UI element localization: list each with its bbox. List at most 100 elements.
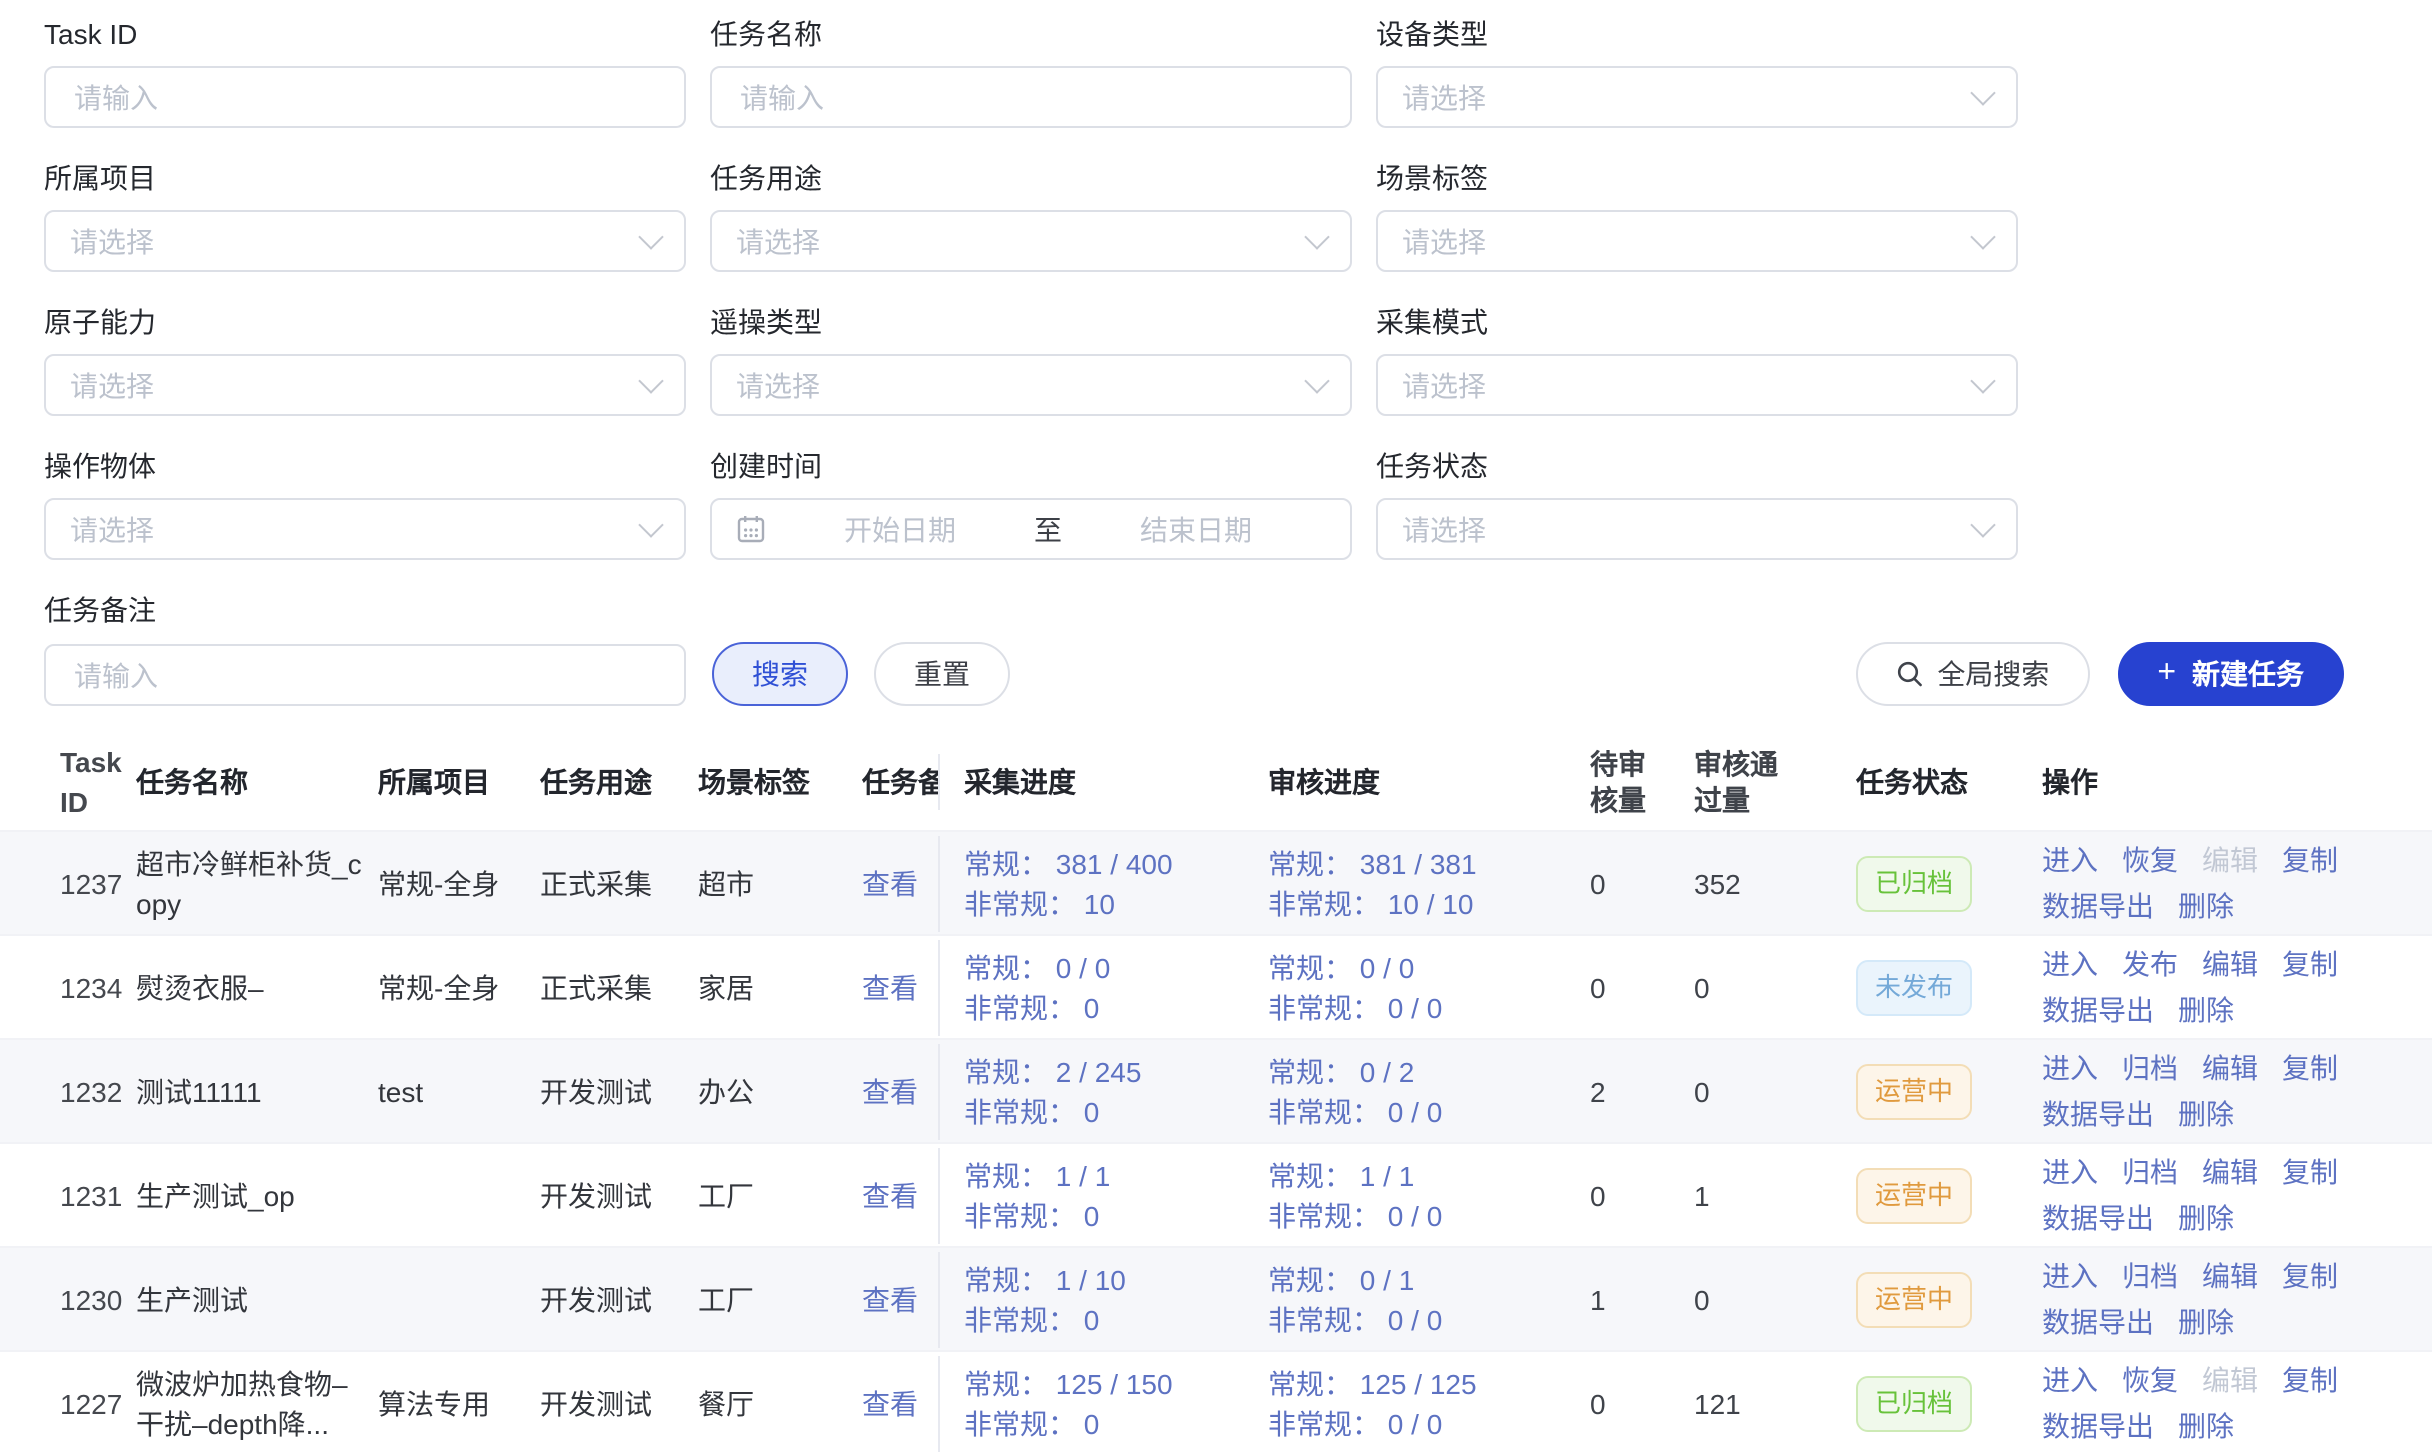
op-link[interactable]: 恢复 [2122, 840, 2178, 880]
audit-abnormal-line: 非常规： 0 / 0 [1268, 1195, 1570, 1235]
op-link[interactable]: 编辑 [2202, 1152, 2258, 1192]
collect-normal-line: 常规： 1 / 10 [964, 1259, 1260, 1299]
end-date-placeholder[interactable]: 结束日期 [1066, 509, 1326, 549]
filter-scene-tag: 场景标签 请选择 [1376, 164, 2018, 272]
op-link[interactable]: 编辑 [2202, 1256, 2258, 1296]
cell-project [378, 1187, 540, 1203]
op-link[interactable]: 编辑 [2202, 1048, 2258, 1088]
op-link[interactable]: 数据导出 [2042, 1094, 2154, 1134]
task-id-input[interactable] [44, 66, 686, 128]
operate-object-select[interactable]: 请选择 [44, 498, 686, 560]
task-status-select[interactable]: 请选择 [1376, 498, 2018, 560]
op-link[interactable]: 数据导出 [2042, 1302, 2154, 1342]
op-link[interactable]: 发布 [2122, 944, 2178, 984]
task-note-input[interactable] [44, 644, 686, 706]
scene-tag-select[interactable]: 请选择 [1376, 210, 2018, 272]
filter-label: 任务备注 [44, 596, 686, 626]
task-name-input-field[interactable] [736, 79, 1326, 115]
op-link[interactable]: 删除 [2178, 1302, 2234, 1342]
global-search-button[interactable]: 全局搜索 [1855, 642, 2089, 706]
op-link[interactable]: 恢复 [2122, 1360, 2178, 1400]
cell-project [378, 1291, 540, 1307]
cell-collect-progress: 常规： 1 / 10 非常规： 0 [938, 1251, 1268, 1347]
chevron-down-icon [1970, 80, 1995, 105]
op-link[interactable]: 删除 [2178, 990, 2234, 1030]
audit-abnormal-line: 非常规： 0 / 0 [1268, 1403, 1570, 1443]
op-link[interactable]: 编辑 [2202, 944, 2258, 984]
cell-task-note: 查看 [862, 855, 938, 911]
cell-task-status: 未发布 [1856, 951, 2042, 1023]
op-link[interactable]: 进入 [2042, 1152, 2098, 1192]
op-link[interactable]: 数据导出 [2042, 990, 2154, 1030]
op-link[interactable]: 归档 [2122, 1256, 2178, 1296]
op-link[interactable]: 复制 [2282, 1048, 2338, 1088]
op-link[interactable]: 归档 [2122, 1048, 2178, 1088]
select-placeholder: 请选择 [1402, 509, 1974, 549]
audit-normal-line: 常规： 125 / 125 [1268, 1363, 1570, 1403]
op-link[interactable]: 进入 [2042, 840, 2098, 880]
cell-operations: 进入发布编辑复制数据导出删除 [2042, 936, 2372, 1038]
view-note-link[interactable]: 查看 [862, 1075, 918, 1107]
op-link[interactable]: 删除 [2178, 1198, 2234, 1238]
cell-passed-count: 1 [1690, 1167, 1856, 1223]
project-select[interactable]: 请选择 [44, 210, 686, 272]
cell-audit-progress: 常规： 0 / 2 非常规： 0 / 0 [1268, 1043, 1578, 1139]
op-link[interactable]: 进入 [2042, 1360, 2098, 1400]
create-time-range-picker[interactable]: 开始日期 至 结束日期 [710, 498, 1352, 560]
op-link[interactable]: 复制 [2282, 840, 2338, 880]
cell-pending-count: 0 [1578, 959, 1690, 1015]
purpose-select[interactable]: 请选择 [710, 210, 1352, 272]
device-type-select[interactable]: 请选择 [1376, 66, 2018, 128]
op-link[interactable]: 复制 [2282, 1256, 2338, 1296]
op-link[interactable]: 复制 [2282, 944, 2338, 984]
view-note-link[interactable]: 查看 [862, 1179, 918, 1211]
task-name-input[interactable] [710, 66, 1352, 128]
atomic-ability-select[interactable]: 请选择 [44, 354, 686, 416]
filter-panel: Task ID 任务名称 设备类型 请选择 [0, 20, 2432, 706]
collect-abnormal-line: 非常规： 0 [964, 1299, 1260, 1339]
view-note-link[interactable]: 查看 [862, 1283, 918, 1315]
filter-task-id: Task ID [44, 20, 686, 128]
reset-button[interactable]: 重置 [874, 642, 1010, 706]
filter-teleop-type: 遥操类型 请选择 [710, 308, 1352, 416]
op-link[interactable]: 复制 [2282, 1152, 2338, 1192]
filter-collect-mode: 采集模式 请选择 [1376, 308, 2018, 416]
op-link[interactable]: 进入 [2042, 1256, 2098, 1296]
op-link[interactable]: 删除 [2178, 1094, 2234, 1134]
op-link[interactable]: 进入 [2042, 944, 2098, 984]
audit-normal-line: 常规： 381 / 381 [1268, 843, 1570, 883]
chevron-down-icon [1970, 224, 1995, 249]
cell-collect-progress: 常规： 381 / 400 非常规： 10 [938, 835, 1268, 931]
search-button[interactable]: 搜索 [712, 642, 848, 706]
cell-passed-count: 121 [1690, 1375, 1856, 1431]
collect-normal-line: 常规： 1 / 1 [964, 1155, 1260, 1195]
op-link[interactable]: 复制 [2282, 1360, 2338, 1400]
op-link[interactable]: 删除 [2178, 1406, 2234, 1446]
view-note-link[interactable]: 查看 [862, 867, 918, 899]
col-header-scene-tag: 场景标签 [698, 754, 862, 810]
view-note-link[interactable]: 查看 [862, 1387, 918, 1419]
collect-abnormal-line: 非常规： 0 [964, 1195, 1260, 1235]
create-task-button[interactable]: + 新建任务 [2117, 642, 2344, 706]
op-link[interactable]: 数据导出 [2042, 886, 2154, 926]
collect-mode-select[interactable]: 请选择 [1376, 354, 2018, 416]
filter-project: 所属项目 请选择 [44, 164, 686, 272]
start-date-placeholder[interactable]: 开始日期 [770, 509, 1030, 549]
cell-scene-tag: 超市 [698, 855, 862, 911]
filter-atomic-ability: 原子能力 请选择 [44, 308, 686, 416]
op-link[interactable]: 删除 [2178, 886, 2234, 926]
op-link[interactable]: 数据导出 [2042, 1406, 2154, 1446]
task-id-input-field[interactable] [70, 79, 660, 115]
table-body: 1237 超市冷鲜柜补货_copy 常规-全身 正式采集 超市 查看 常规： 3… [0, 830, 2432, 1454]
op-link[interactable]: 数据导出 [2042, 1198, 2154, 1238]
select-placeholder: 请选择 [736, 221, 1308, 261]
cell-audit-progress: 常规： 381 / 381 非常规： 10 / 10 [1268, 835, 1578, 931]
view-note-link[interactable]: 查看 [862, 971, 918, 1003]
filter-task-note: 任务备注 [44, 596, 686, 626]
op-link[interactable]: 归档 [2122, 1152, 2178, 1192]
op-link[interactable]: 进入 [2042, 1048, 2098, 1088]
audit-abnormal-line: 非常规： 0 / 0 [1268, 987, 1570, 1027]
op-link: 编辑 [2202, 1360, 2258, 1400]
task-note-input-field[interactable] [70, 657, 660, 693]
teleop-type-select[interactable]: 请选择 [710, 354, 1352, 416]
